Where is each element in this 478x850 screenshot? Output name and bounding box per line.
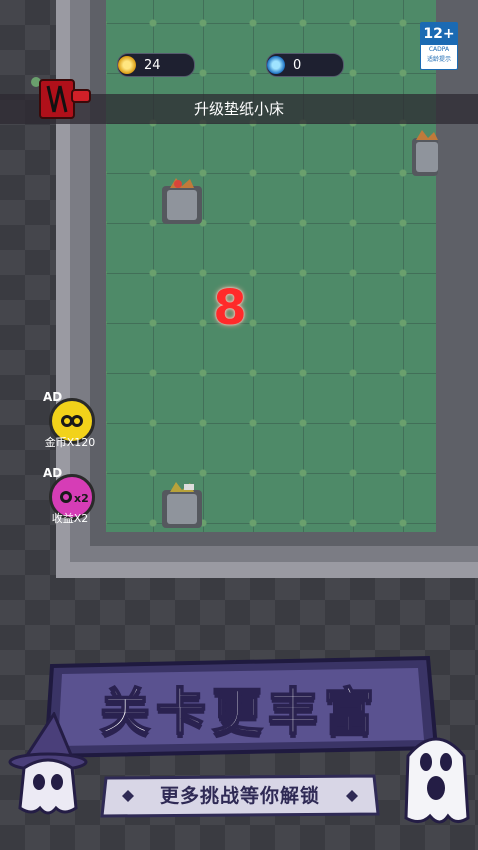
gold-counter: 24: [117, 53, 195, 77]
promo-headline: 关卡更丰富: [99, 682, 380, 742]
age-rating: 12+: [421, 23, 457, 45]
promo-subline: 更多挑战等你解锁: [159, 785, 320, 807]
age-org: CADPA: [428, 46, 450, 53]
gem-counter: 0: [266, 53, 344, 77]
gem-icon: [267, 56, 285, 74]
ad-income-button[interactable]: AD x2 收益X2: [35, 466, 105, 526]
ad-gold-button[interactable]: AD 金币X120: [35, 390, 105, 450]
gold-count: 24: [144, 57, 161, 73]
countdown-number: 8: [213, 280, 247, 336]
gold-coin-icon: [118, 56, 136, 74]
ad-gold-label: 金币X120: [44, 436, 96, 449]
scared-ghost-mascot: [398, 726, 474, 828]
exit-door-icon[interactable]: [30, 72, 94, 122]
age-rating-badge: 12+ CADPA 适龄提示: [420, 22, 458, 70]
trash-bin-with-junk[interactable]: [160, 480, 202, 528]
trash-bin-with-junk[interactable]: [410, 128, 438, 176]
trash-bin-with-junk[interactable]: [160, 176, 202, 224]
age-note: 适龄提示: [426, 56, 451, 63]
floor-pattern: [106, 0, 436, 532]
ad-income-label: 收益X2: [51, 512, 89, 525]
svg-text:x2: x2: [74, 492, 89, 505]
gem-count: 0: [293, 57, 302, 73]
witch-ghost-mascot: [4, 710, 94, 822]
